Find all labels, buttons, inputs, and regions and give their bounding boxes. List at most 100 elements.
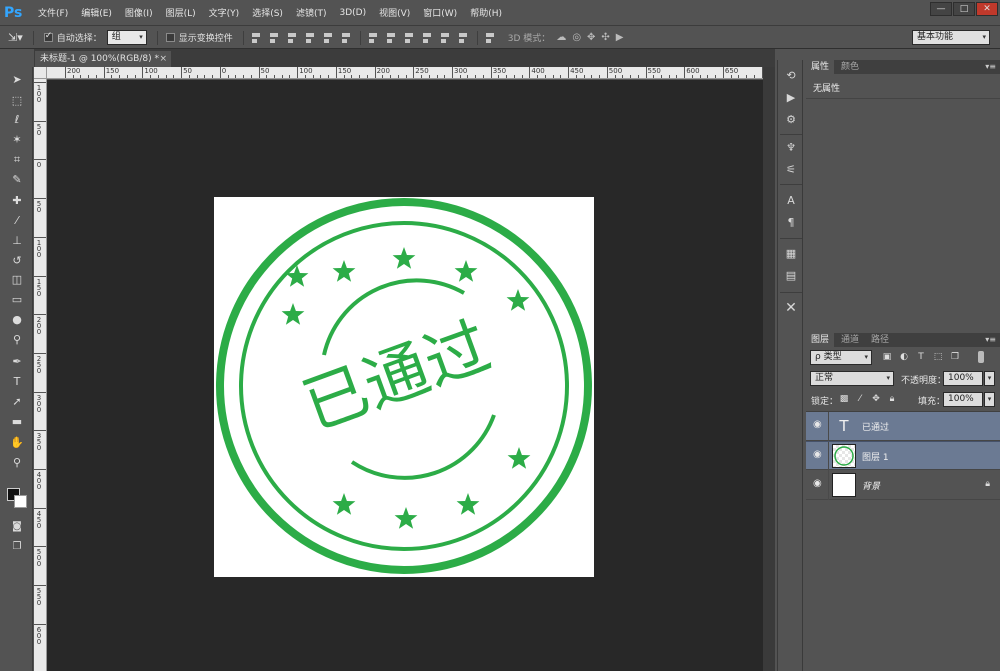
filter-smart-object-icon[interactable]: ❐ (949, 351, 961, 363)
background-color-swatch[interactable] (14, 495, 27, 508)
distribute-top-icon[interactable] (367, 32, 379, 44)
lock-position-icon[interactable]: ✥ (870, 393, 882, 405)
align-vcenter-icon[interactable] (268, 32, 280, 44)
paragraph-panel-icon[interactable]: ¶ (783, 215, 799, 231)
close-icon[interactable]: × (159, 51, 167, 67)
healing-brush-tool-icon[interactable]: ✚ (8, 193, 26, 209)
eye-icon[interactable]: ◉ (813, 449, 822, 460)
distribute-left-icon[interactable] (421, 32, 433, 44)
opacity-input[interactable]: 100% (943, 371, 983, 386)
lock-transparent-icon[interactable]: ▩ (838, 393, 850, 405)
layer-row[interactable]: ◉ 图层 1 (806, 441, 1000, 471)
distribute-right-icon[interactable] (457, 32, 469, 44)
filter-pixel-icon[interactable]: ▣ (881, 351, 893, 363)
layer-row[interactable]: ◉ T 已通过 (806, 412, 1000, 441)
document-tab[interactable]: 未标题-1 @ 100%(RGB/8) * × (35, 51, 171, 67)
document-canvas[interactable]: 已通过 (214, 197, 594, 577)
clone-stamp-tool-icon[interactable]: ⊥ (8, 233, 26, 249)
auto-select-checkbox[interactable] (43, 31, 53, 42)
screen-mode-icon[interactable]: ❐ (8, 539, 26, 555)
align-top-icon[interactable] (250, 32, 262, 44)
align-hcenter-icon[interactable] (322, 32, 334, 44)
eye-icon[interactable]: ◉ (813, 478, 822, 489)
panel-menu-icon[interactable]: ▾≡ (985, 60, 996, 74)
menu-3d[interactable]: 3D(D) (339, 8, 366, 18)
tab-color[interactable]: 颜色 (836, 60, 864, 74)
menu-select[interactable]: 选择(S) (252, 6, 283, 19)
menu-image[interactable]: 图像(I) (125, 6, 153, 19)
eraser-tool-icon[interactable]: ◫ (8, 272, 26, 288)
align-bottom-icon[interactable] (286, 32, 298, 44)
tab-layers[interactable]: 图层 (806, 333, 835, 347)
tool-presets-icon[interactable]: ⚙ (783, 112, 799, 128)
maximize-button[interactable]: □ (953, 2, 975, 16)
vertical-ruler[interactable]: 1005005010015020025030035040045050055060… (34, 79, 47, 671)
workspace-dropdown[interactable]: 基本功能 ▾ (912, 30, 990, 45)
minimize-button[interactable]: — (930, 2, 952, 16)
menu-file[interactable]: 文件(F) (38, 6, 68, 19)
history-brush-tool-icon[interactable]: ↺ (8, 253, 26, 269)
history-panel-icon[interactable]: ⟲ (783, 68, 799, 84)
zoom-tool-icon[interactable]: ⚲ (8, 455, 26, 471)
path-selection-tool-icon[interactable]: ➚ (8, 394, 26, 410)
vertical-scrollbar[interactable] (763, 67, 775, 671)
canvas-area[interactable]: 已通过 (47, 80, 763, 671)
panel-menu-icon[interactable]: ▾≡ (985, 333, 996, 347)
quick-mask-icon[interactable]: ◙ (8, 519, 26, 535)
move-tool-preset-icon[interactable]: ⇲▾ (8, 31, 23, 44)
move-tool-icon[interactable]: ➤ (8, 72, 26, 88)
layer-filter-dropdown[interactable]: ρ 类型 ▾ (810, 350, 872, 365)
distribute-vcenter-icon[interactable] (385, 32, 397, 44)
3d-mode-icons[interactable]: ☁◎✥✣▶ (556, 32, 629, 43)
lock-all-icon[interactable]: 🔒︎ (886, 393, 898, 405)
tool-icon[interactable]: ✕ (783, 300, 799, 316)
auto-select-dropdown[interactable]: 组 ▾ (106, 30, 147, 45)
brush-panel-icon[interactable]: ♆ (783, 140, 799, 156)
close-button[interactable]: ✕ (976, 2, 998, 16)
hand-tool-icon[interactable]: ✋ (8, 435, 26, 451)
align-right-icon[interactable] (340, 32, 352, 44)
tab-channels[interactable]: 通道 (836, 333, 864, 347)
ruler-origin[interactable] (34, 67, 47, 79)
menu-view[interactable]: 视图(V) (379, 6, 410, 19)
show-transform-checkbox[interactable] (165, 33, 175, 42)
layer-row[interactable]: ◉ 背景 🔒︎ (806, 471, 1000, 500)
fill-slider-toggle[interactable]: ▾ (984, 392, 995, 407)
crop-tool-icon[interactable]: ⌗ (8, 152, 26, 168)
lock-image-icon[interactable]: ⁄ (854, 393, 866, 405)
tab-properties[interactable]: 属性 (806, 60, 835, 74)
distribute-bottom-icon[interactable] (403, 32, 415, 44)
menu-layer[interactable]: 图层(L) (166, 6, 196, 19)
character-panel-icon[interactable]: A (783, 193, 799, 209)
marquee-tool-icon[interactable]: ⬚ (8, 93, 26, 109)
magic-wand-tool-icon[interactable]: ✶ (8, 132, 26, 148)
blend-mode-dropdown[interactable]: 正常 ▾ (810, 371, 894, 386)
pen-tool-icon[interactable]: ✒ (8, 354, 26, 370)
eye-icon[interactable]: ◉ (813, 419, 822, 430)
brush-tool-icon[interactable]: ⁄ (8, 213, 26, 229)
distribute-hcenter-icon[interactable] (439, 32, 451, 44)
filter-type-icon[interactable]: T (915, 351, 927, 363)
blur-tool-icon[interactable]: ● (8, 312, 26, 328)
menu-type[interactable]: 文字(Y) (209, 6, 240, 19)
tab-paths[interactable]: 路径 (866, 333, 894, 347)
menu-edit[interactable]: 编辑(E) (81, 6, 112, 19)
fill-input[interactable]: 100% (943, 392, 983, 407)
swatches-icon[interactable]: ▦ (783, 246, 799, 262)
menu-help[interactable]: 帮助(H) (470, 6, 502, 19)
opacity-slider-toggle[interactable]: ▾ (984, 371, 995, 386)
dodge-tool-icon[interactable]: ⚲ (8, 332, 26, 348)
filter-toggle[interactable] (978, 351, 984, 363)
eyedropper-tool-icon[interactable]: ✎ (8, 172, 26, 188)
menu-filter[interactable]: 滤镜(T) (296, 6, 327, 19)
filter-adjustment-icon[interactable]: ◐ (898, 351, 910, 363)
type-tool-icon[interactable]: T (8, 374, 26, 390)
actions-panel-icon[interactable]: ▶ (783, 90, 799, 106)
filter-shape-icon[interactable]: ⬚ (932, 351, 944, 363)
menu-window[interactable]: 窗口(W) (423, 6, 457, 19)
horizontal-ruler[interactable]: 200 150 100 50 0 50 100 150 200 250 300 350 400 450 50… (47, 67, 763, 79)
adjustments-icon[interactable]: ⚟ (783, 162, 799, 178)
rectangle-tool-icon[interactable]: ▬ (8, 414, 26, 430)
lasso-tool-icon[interactable]: ℓ (8, 112, 26, 128)
auto-align-icon[interactable] (484, 32, 496, 44)
